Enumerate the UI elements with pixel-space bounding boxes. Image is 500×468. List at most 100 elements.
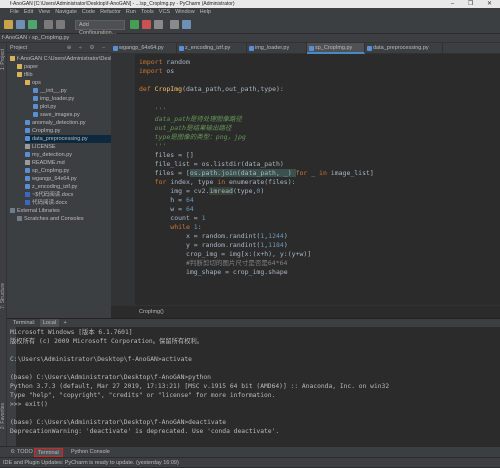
- code-token: enumerate(files):: [225, 178, 296, 186]
- side-tab-structure[interactable]: 7: Structure: [0, 283, 7, 309]
- menu-vcs[interactable]: VCS: [159, 8, 170, 16]
- tab-z-encoding[interactable]: z_encoding_izif.py: [177, 43, 247, 54]
- tree-item[interactable]: ~$代码阅读.docx: [25, 191, 73, 199]
- save-icon[interactable]: [16, 20, 25, 29]
- side-tab-project[interactable]: 1: Project: [0, 49, 7, 70]
- tab-img-loader[interactable]: img_loader.py: [247, 43, 307, 54]
- tree-item[interactable]: save_images.py: [33, 111, 80, 119]
- tab-data-preprocessing[interactable]: data_preprocessing.py: [365, 43, 443, 54]
- code-line: y = random.randint(1,1184): [139, 241, 288, 250]
- code-breadcrumb[interactable]: CropImg(): [111, 305, 500, 318]
- tree-item[interactable]: img_loader.py: [33, 95, 74, 103]
- tree-item[interactable]: LICENSE: [25, 143, 56, 151]
- menu-run[interactable]: Run: [126, 8, 136, 16]
- code-token: 64: [185, 196, 194, 204]
- nav-project[interactable]: f-AnoGAN: [2, 35, 27, 41]
- code-token: files = [: [139, 169, 190, 177]
- code-line: h = 64: [139, 196, 194, 205]
- tree-label: anomaly_detection.py: [32, 120, 86, 126]
- folder-icon: [17, 72, 22, 78]
- stop-icon[interactable]: [154, 20, 163, 29]
- menu-help[interactable]: Help: [200, 8, 211, 16]
- tree-label: ops: [32, 80, 41, 86]
- menu-refactor[interactable]: Refactor: [100, 8, 121, 16]
- python-file-icon: [179, 46, 184, 51]
- python-file-icon: [25, 168, 30, 174]
- python-file-icon: [113, 46, 118, 51]
- code-line: x = random.randint(1,1244): [139, 232, 288, 241]
- tree-item[interactable]: Scratches and Consoles: [17, 215, 84, 223]
- python-console-button[interactable]: Python Console: [68, 448, 113, 457]
- menu-code[interactable]: Code: [82, 8, 95, 16]
- editor-gutter[interactable]: [111, 54, 135, 305]
- project-panel-tools[interactable]: ⊕ ÷ ⚙ –: [67, 43, 108, 53]
- menu-tools[interactable]: Tools: [141, 8, 154, 16]
- debug-icon[interactable]: [142, 20, 151, 29]
- menu-edit[interactable]: Edit: [24, 8, 33, 16]
- code-token: ): [283, 241, 288, 249]
- side-tab-favorites[interactable]: 2: Favorites: [0, 403, 7, 429]
- sync-icon[interactable]: [28, 20, 37, 29]
- python-file-icon: [33, 112, 38, 118]
- tree-label: tflib: [24, 72, 33, 78]
- tree-item[interactable]: __init__.py: [33, 87, 67, 95]
- tree-item[interactable]: z_encoding_izif.py: [25, 183, 77, 191]
- code-token: CropImg: [154, 85, 183, 93]
- menu-navigate[interactable]: Navigate: [55, 8, 77, 16]
- code-token: os.path.join(data_path, _): [189, 169, 296, 177]
- open-folder-icon[interactable]: [4, 20, 13, 29]
- tab-sp-cropimg[interactable]: sp_CropImg.py: [307, 43, 365, 54]
- code-line: def CropImg(data_path,out_path,type):: [139, 85, 284, 94]
- terminal-line: Python 3.7.3 (default, Mar 27 2019, 17:1…: [10, 383, 390, 390]
- tool-window-bar: 6: TODO Terminal Python Console: [0, 446, 500, 457]
- terminal-button[interactable]: Terminal: [34, 448, 63, 457]
- code-token: 1: [201, 214, 206, 222]
- tree-item[interactable]: paper: [17, 63, 38, 71]
- tree-label: LICENSE: [32, 144, 56, 150]
- tree-item[interactable]: plot.py: [33, 103, 56, 111]
- tree-label: f-AnoGAN C:\Users\Administrator\Desk: [17, 56, 113, 62]
- code-token: def: [139, 85, 155, 93]
- menu-window[interactable]: Window: [175, 8, 195, 16]
- code-token: index, type: [166, 178, 218, 186]
- python-file-icon: [25, 184, 30, 190]
- tree-item[interactable]: tflib: [17, 71, 33, 79]
- forward-icon[interactable]: [56, 20, 65, 29]
- add-configuration-button[interactable]: Add Configuration...: [75, 20, 125, 36]
- python-file-icon: [25, 128, 30, 134]
- tree-item[interactable]: ops: [25, 79, 41, 87]
- folder-icon: [10, 56, 15, 62]
- tree-label: sp_CropImg.py: [32, 168, 70, 174]
- tree-label: __init__.py: [40, 88, 67, 94]
- python-file-icon: [25, 176, 30, 182]
- python-file-icon: [25, 136, 30, 142]
- tree-item[interactable]: 代码阅读.docx: [25, 199, 67, 207]
- terminal-line: C:\Users\Administrator\Desktop\f-AnoGAN>…: [10, 356, 192, 363]
- tree-item[interactable]: sp_CropImg.py: [25, 167, 69, 175]
- menu-file[interactable]: File: [10, 8, 19, 16]
- tab-wgangp[interactable]: wgangp_64x64.py: [111, 43, 177, 54]
- python-file-icon: [367, 46, 372, 51]
- tree-item[interactable]: README.md: [25, 159, 65, 167]
- tree-item[interactable]: wgangp_64x64.py: [25, 175, 77, 183]
- search-icon[interactable]: [182, 20, 191, 29]
- tree-item[interactable]: anomaly_detection.py: [25, 119, 86, 127]
- menu-view[interactable]: View: [38, 8, 50, 16]
- nav-file[interactable]: sp_CropImg.py: [32, 35, 69, 41]
- tree-label: README.md: [32, 160, 65, 166]
- window-controls[interactable]: – ❐ ✕: [451, 0, 498, 8]
- tree-item[interactable]: CropImg.py: [25, 127, 60, 135]
- back-icon[interactable]: [44, 20, 53, 29]
- code-line: type是图像的类型：png，jpg: [139, 133, 246, 141]
- project-panel-title[interactable]: Project: [10, 45, 27, 51]
- settings-icon[interactable]: [170, 20, 179, 29]
- run-icon[interactable]: [130, 20, 139, 29]
- code-line: import os: [139, 67, 174, 76]
- code-line: ''': [139, 142, 167, 150]
- todo-button[interactable]: 6: TODO: [8, 448, 36, 457]
- tree-item[interactable]: my_detection.py: [25, 151, 72, 159]
- tab-label: z_encoding_izif.py: [185, 45, 231, 51]
- tree-item-selected[interactable]: data_preprocessing.py: [25, 135, 111, 143]
- tree-root[interactable]: f-AnoGAN C:\Users\Administrator\Desk: [10, 55, 113, 63]
- tree-item[interactable]: External Libraries: [10, 207, 60, 215]
